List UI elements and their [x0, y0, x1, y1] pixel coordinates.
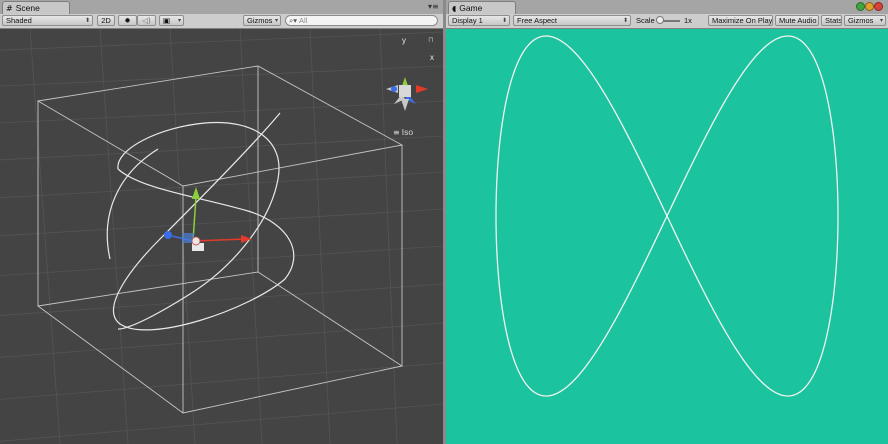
- scene-gizmos-label: Gizmos: [247, 16, 273, 25]
- aspect-value: Free Aspect: [517, 16, 558, 25]
- lissajous-curve: [495, 35, 839, 397]
- game-toolbar: Display 1 ⬍ Free Aspect ⬍ Scale 1x Maxim…: [446, 14, 888, 29]
- dropdown-arrow-icon: ▾: [177, 17, 181, 24]
- 2d-toggle-label: 2D: [101, 16, 111, 25]
- shading-mode-value: Shaded: [6, 16, 32, 25]
- game-tab-strip: ◖ Game: [446, 0, 888, 15]
- maximize-on-play-toggle[interactable]: Maximize On Play: [708, 15, 773, 26]
- gizmo-x-label: x: [430, 53, 434, 62]
- tab-scene[interactable]: # Scene: [2, 1, 70, 14]
- audio-toggle-button[interactable]: ◁): [137, 15, 156, 26]
- search-icon: ⌕▾: [289, 15, 297, 25]
- game-gizmos-dropdown[interactable]: Gizmos ▾: [844, 15, 886, 26]
- scene-gizmos-dropdown[interactable]: Gizmos ▾: [243, 15, 281, 26]
- scale-label: Scale: [636, 16, 655, 25]
- panel-menu-icon[interactable]: ▾≡: [428, 2, 439, 11]
- scene-grid: [0, 29, 443, 444]
- transform-gizmo[interactable]: [164, 187, 252, 251]
- window-close-button[interactable]: [874, 2, 883, 11]
- effects-dropdown[interactable]: ▣ ▾: [159, 15, 184, 26]
- search-placeholder: All: [298, 16, 308, 25]
- lock-icon[interactable]: ⊓: [428, 36, 433, 44]
- stats-toggle[interactable]: Stats: [821, 15, 842, 26]
- projection-toggle[interactable]: ≡ Iso: [393, 127, 413, 137]
- dropdown-arrow-icon: ⬍: [501, 17, 507, 24]
- shading-mode-dropdown[interactable]: Shaded ⬍: [2, 15, 93, 26]
- aspect-dropdown[interactable]: Free Aspect ⬍: [513, 15, 631, 26]
- projection-label: Iso: [401, 127, 414, 137]
- sun-icon: ✹: [124, 16, 131, 25]
- image-icon: ▣: [163, 16, 171, 25]
- pacman-icon: ◖: [452, 3, 457, 13]
- maximize-on-play-label: Maximize On Play: [712, 16, 773, 25]
- tab-scene-label: Scene: [15, 3, 40, 13]
- dropdown-arrow-icon: ⬍: [84, 17, 90, 24]
- dropdown-arrow-icon: ⬍: [622, 17, 628, 24]
- speaker-icon: ◁): [142, 16, 151, 25]
- list-icon: ≡: [393, 127, 400, 137]
- game-canvas: [495, 35, 839, 397]
- tab-game-label: Game: [459, 3, 483, 13]
- grid-icon: #: [6, 3, 13, 13]
- mute-audio-label: Mute Audio: [779, 16, 817, 25]
- lighting-toggle-button[interactable]: ✹: [118, 15, 137, 26]
- scene-tab-strip: # Scene ▾≡: [0, 0, 443, 15]
- scale-slider-thumb[interactable]: [656, 16, 664, 24]
- 2d-toggle-button[interactable]: 2D: [97, 15, 115, 26]
- mute-audio-toggle[interactable]: Mute Audio: [775, 15, 819, 26]
- gizmo-y-label: y: [402, 36, 406, 45]
- scene-toolbar: Shaded ⬍ 2D ✹ ◁) ▣ ▾ Gizmos ▾ ⌕▾ All: [0, 14, 443, 29]
- window-minimize-button[interactable]: [865, 2, 874, 11]
- game-gizmos-label: Gizmos: [848, 16, 874, 25]
- dropdown-arrow-icon: ▾: [274, 17, 278, 24]
- hierarchy-search-input[interactable]: ⌕▾ All: [285, 15, 438, 26]
- dropdown-arrow-icon: ▾: [879, 17, 883, 24]
- scale-value: 1x: [684, 16, 692, 25]
- display-dropdown[interactable]: Display 1 ⬍: [448, 15, 510, 26]
- tab-game[interactable]: ◖ Game: [448, 1, 516, 14]
- scene-canvas: [0, 29, 443, 444]
- orientation-gizmo[interactable]: [386, 77, 428, 111]
- display-value: Display 1: [452, 16, 483, 25]
- stats-label: Stats: [825, 16, 842, 25]
- window-maximize-button[interactable]: [856, 2, 865, 11]
- game-view[interactable]: [446, 29, 888, 444]
- scene-view[interactable]: y x ⊓ ≡ Iso: [0, 29, 443, 444]
